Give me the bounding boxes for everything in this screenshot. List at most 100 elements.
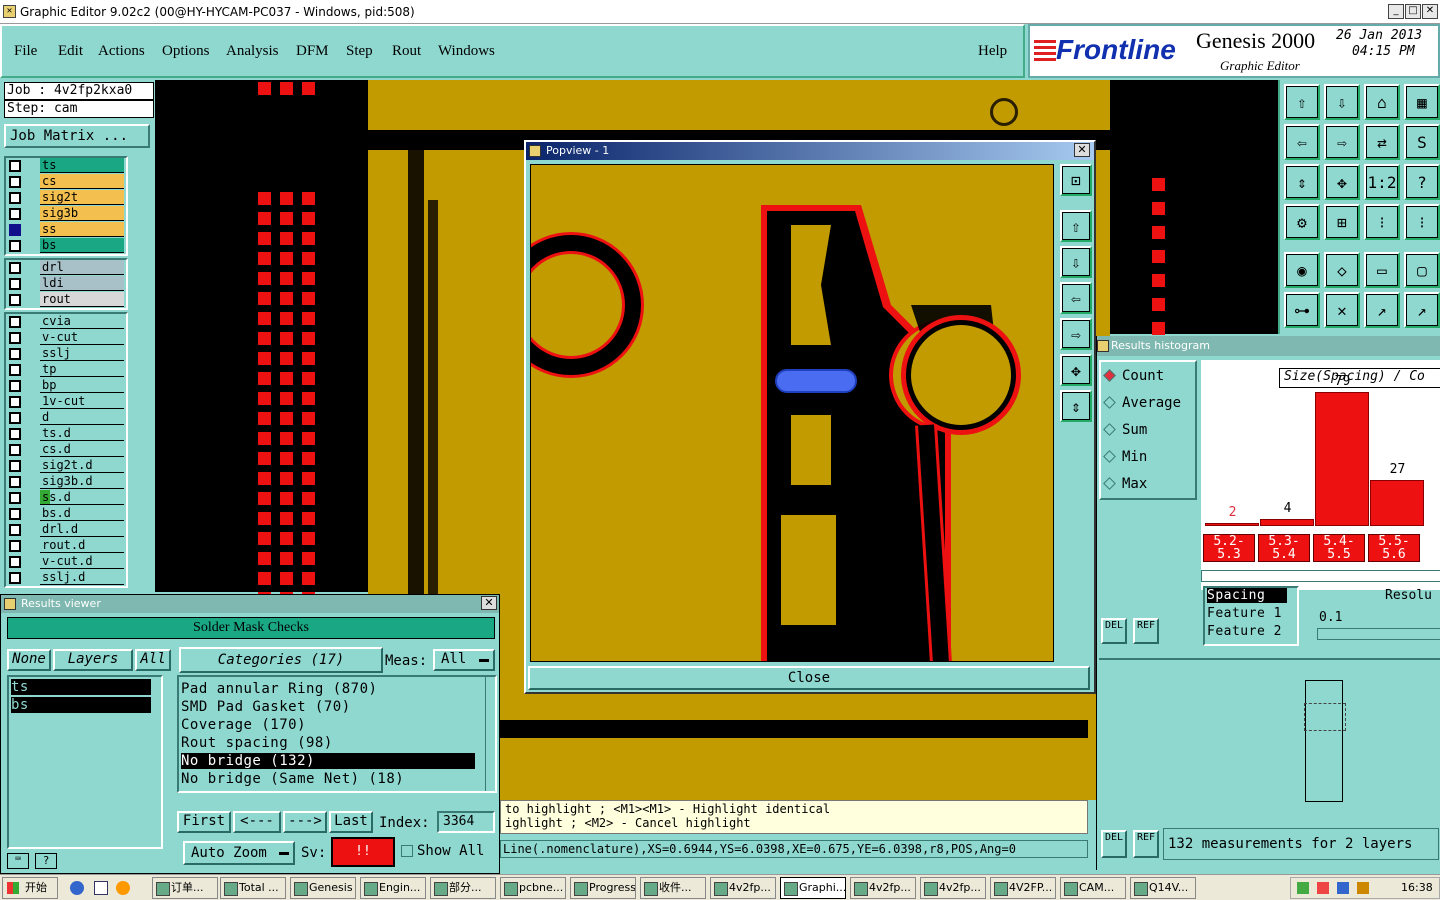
layer-sig3b[interactable]: sig3b — [6, 206, 124, 221]
task-button[interactable]: CAM... — [1060, 877, 1126, 899]
ref-button-bottom[interactable]: REF — [1133, 830, 1159, 858]
layer-checkbox[interactable] — [9, 175, 21, 188]
layer-checkbox[interactable] — [9, 507, 21, 520]
fit-icon[interactable]: ⇕ — [1284, 164, 1320, 200]
layer-v-cut.d[interactable]: v-cut.d — [6, 554, 124, 569]
pan-left-icon[interactable]: ⇦ — [1060, 282, 1092, 314]
histogram-bar[interactable] — [1205, 522, 1259, 526]
layer-rout[interactable]: rout — [6, 292, 124, 307]
histogram-bar[interactable] — [1315, 392, 1369, 526]
down-arrow-icon[interactable]: ⇩ — [1324, 84, 1360, 120]
feature-spacing[interactable]: Spacing — [1207, 588, 1287, 603]
maximize-button[interactable]: □ — [1405, 4, 1421, 19]
del-button-top[interactable]: DEL — [1101, 618, 1127, 644]
layer-rout.d[interactable]: rout.d — [6, 538, 124, 553]
layer-ts.d[interactable]: ts.d — [6, 426, 124, 441]
tray-icon[interactable] — [1337, 882, 1349, 894]
layer-checkbox[interactable] — [9, 293, 21, 306]
ruler-icon[interactable]: ▭ — [1364, 252, 1400, 288]
help-icon[interactable]: ? — [35, 853, 57, 869]
layer-checkbox[interactable] — [9, 571, 21, 584]
zoom-window-icon[interactable]: ⊡ — [1060, 164, 1092, 196]
menu-file[interactable]: File — [14, 43, 37, 60]
layer-sig3b.d[interactable]: sig3b.d — [6, 474, 124, 489]
task-button[interactable]: Engin... — [360, 877, 426, 899]
frame-icon[interactable]: ▢ — [1404, 252, 1440, 288]
layer-ss.d[interactable]: ss.d — [6, 490, 124, 505]
menu-step[interactable]: Step — [346, 43, 373, 60]
feature-2[interactable]: Feature 2 — [1207, 624, 1282, 639]
left-arrow-icon[interactable]: ⇦ — [1284, 124, 1320, 160]
histogram-bar[interactable] — [1260, 519, 1314, 526]
up-arrow-icon[interactable]: ⇧ — [1284, 84, 1320, 120]
layer-checkbox[interactable] — [9, 555, 21, 568]
layer-ss[interactable]: ss — [6, 222, 124, 237]
histogram-bar[interactable] — [1370, 480, 1424, 526]
popview-close-icon[interactable]: ✕ — [1074, 143, 1090, 157]
pan-down-icon[interactable]: ⇩ — [1060, 246, 1092, 278]
layer-ldi[interactable]: ldi — [6, 276, 124, 291]
next-button[interactable]: ---> — [283, 811, 327, 833]
layer-v-cut[interactable]: v-cut — [6, 330, 124, 345]
layer-checkbox[interactable] — [9, 523, 21, 536]
category-item-selected[interactable]: No bridge (132) — [181, 753, 475, 769]
last-button[interactable]: Last — [329, 811, 373, 833]
layer-checkbox[interactable] — [9, 261, 21, 274]
layers-button[interactable]: Layers — [53, 649, 133, 671]
task-button[interactable]: Total ... — [220, 877, 286, 899]
resolution-slider[interactable] — [1317, 628, 1440, 640]
swap-icon[interactable]: ⇄ — [1364, 124, 1400, 160]
layer-sig2t[interactable]: sig2t — [6, 190, 124, 205]
layer-checkbox[interactable] — [9, 315, 21, 328]
category-item[interactable]: SMD Pad Gasket (70) — [181, 699, 351, 715]
histogram-option-max[interactable]: Max — [1103, 476, 1147, 492]
del-button-bottom[interactable]: DEL — [1101, 830, 1127, 858]
sv-button[interactable]: !! — [331, 837, 395, 867]
tray-icon[interactable] — [1317, 882, 1329, 894]
layer-1v-cut[interactable]: 1v-cut — [6, 394, 124, 409]
task-button[interactable]: Genesis — [290, 877, 356, 899]
rotate-icon[interactable]: ◇ — [1324, 252, 1360, 288]
scale-icon[interactable]: 1:2 — [1364, 164, 1400, 200]
histogram-scrollbar[interactable] — [1201, 570, 1440, 582]
layer-checkbox[interactable] — [9, 491, 21, 504]
category-item[interactable]: No bridge (Same Net) (18) — [181, 771, 404, 787]
ref-button-top[interactable]: REF — [1133, 618, 1159, 644]
task-button[interactable]: 4V2FP... — [990, 877, 1056, 899]
help-tool-icon[interactable]: ? — [1404, 164, 1440, 200]
show-all-checkbox[interactable] — [401, 845, 413, 857]
menu-edit[interactable]: Edit — [58, 43, 83, 60]
job-matrix-button[interactable]: Job Matrix ... — [4, 124, 150, 148]
cross-icon[interactable]: ✕ — [1324, 292, 1360, 328]
feature-list[interactable]: Spacing Feature 1 Feature 2 — [1203, 586, 1299, 646]
results-viewer-close-icon[interactable]: ✕ — [481, 596, 497, 610]
all-layers-button[interactable]: All — [135, 649, 171, 671]
category-item[interactable]: Rout spacing (98) — [181, 735, 333, 751]
menu-analysis[interactable]: Analysis — [226, 43, 279, 60]
layer-d[interactable]: d — [6, 410, 124, 425]
layer-checkbox[interactable] — [9, 395, 21, 408]
task-button[interactable]: 4v2fp... — [920, 877, 986, 899]
layer-checkbox[interactable] — [9, 347, 21, 360]
pan-right-icon[interactable]: ⇨ — [1060, 318, 1092, 350]
task-button[interactable]: 收件... — [640, 877, 706, 899]
start-button[interactable]: 开始 — [2, 877, 58, 899]
layout-icon[interactable]: ⊞ — [1324, 204, 1360, 240]
menu-rout[interactable]: Rout — [392, 43, 421, 60]
layer-checkbox[interactable] — [9, 239, 21, 252]
target-icon[interactable]: ◉ — [1284, 252, 1320, 288]
task-button[interactable]: 4v2fp... — [710, 877, 776, 899]
measure-icon[interactable]: ⚙ — [1284, 204, 1320, 240]
home-icon[interactable]: ⌂ — [1364, 84, 1400, 120]
task-button[interactable]: Graphi... — [780, 877, 846, 899]
result-layer-bs[interactable]: bs — [11, 697, 151, 713]
layer-ts[interactable]: ts — [6, 158, 124, 173]
task-button[interactable]: Q14V... — [1130, 877, 1196, 899]
tray-icon[interactable] — [1297, 882, 1309, 894]
layer-sig2t.d[interactable]: sig2t.d — [6, 458, 124, 473]
category-item[interactable]: Coverage (170) — [181, 717, 306, 733]
route-icon[interactable]: S — [1404, 124, 1440, 160]
tray-icon[interactable] — [1357, 882, 1369, 894]
result-layer-ts[interactable]: ts — [11, 679, 151, 695]
task-button[interactable]: pcbne... — [500, 877, 566, 899]
